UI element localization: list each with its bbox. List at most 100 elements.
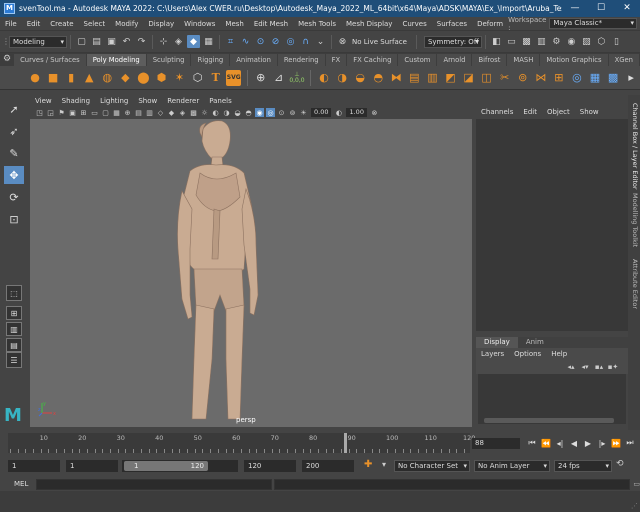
menu-file[interactable]: File	[0, 20, 22, 28]
layer-tab-display[interactable]: Display	[476, 337, 518, 348]
menu-edit-mesh[interactable]: Edit Mesh	[249, 20, 293, 28]
bevel-icon[interactable]: ◩	[443, 70, 458, 86]
menu-mesh-tools[interactable]: Mesh Tools	[293, 20, 341, 28]
perspective-viewport[interactable]: x y z persp	[30, 119, 472, 427]
quad-draw-icon[interactable]: ⊞	[551, 70, 566, 86]
text-tool-icon[interactable]: T	[208, 70, 223, 86]
go-to-start-icon[interactable]: ⏮	[526, 437, 538, 449]
boolean-icon[interactable]: ◓	[371, 70, 386, 86]
field-chart-icon[interactable]: ⊕	[123, 108, 132, 117]
image-plane-icon[interactable]: ▣	[68, 108, 77, 117]
smooth-shade-icon[interactable]: ◆	[167, 108, 176, 117]
snap-magnet-icon[interactable]: ∩	[299, 35, 312, 48]
menu-mesh[interactable]: Mesh	[220, 20, 248, 28]
menu-set-dropdown[interactable]: Modeling	[9, 35, 67, 48]
render-frame-icon[interactable]: ▭	[505, 35, 518, 48]
measure-tool-icon[interactable]: ⊿	[271, 70, 286, 86]
select-hierarchy-icon[interactable]: ⊹	[157, 35, 170, 48]
tab-modelling-toolkit[interactable]: Modelling Toolkit	[629, 193, 639, 247]
live-surface-label[interactable]: No Live Surface	[352, 38, 407, 46]
selection-mask-icon[interactable]: ▦	[202, 35, 215, 48]
tab-attribute-editor[interactable]: Attribute Editor	[629, 259, 639, 309]
four-view-layout-icon[interactable]: ⊞	[6, 306, 22, 320]
shelf-tab-arnold[interactable]: Arnold	[437, 54, 472, 66]
arnold-render-icon[interactable]: ⬡	[595, 35, 608, 48]
new-empty-layer-icon[interactable]: ▪▴	[593, 362, 605, 372]
select-camera-icon[interactable]: ◳	[35, 108, 44, 117]
multi-cut-icon[interactable]: ✂	[497, 70, 512, 86]
xray-joints-icon[interactable]: ⊙	[277, 108, 286, 117]
combine-icon[interactable]: ◐	[317, 70, 332, 86]
select-tool-icon[interactable]: ➚	[4, 100, 24, 118]
wireframe-icon[interactable]: ◇	[156, 108, 165, 117]
current-frame-field[interactable]: 88	[472, 438, 520, 449]
bookmark-icon[interactable]: ⚑	[57, 108, 66, 117]
channelbox-menu-channels[interactable]: Channels	[476, 108, 518, 116]
menu-mesh-display[interactable]: Mesh Display	[341, 20, 397, 28]
planar-map-icon[interactable]: ▦	[587, 70, 602, 86]
redo-icon[interactable]: ↷	[135, 35, 148, 48]
exposure-icon[interactable]: ☀	[299, 108, 308, 117]
anim-layer-dropdown[interactable]: No Anim Layer	[474, 460, 550, 472]
svg-tool-icon[interactable]: SVG	[226, 69, 242, 86]
shelf-tab-fx[interactable]: FX	[325, 54, 347, 66]
command-input[interactable]	[35, 478, 273, 490]
ambient-occlusion-icon[interactable]: ◑	[222, 108, 231, 117]
fps-dropdown[interactable]: 24 fps	[554, 460, 612, 472]
connect-icon[interactable]: ⋈	[533, 70, 548, 86]
rotate-tool-icon[interactable]: ⟳	[4, 188, 24, 206]
isolate-select-icon[interactable]: ◉	[255, 108, 264, 117]
extrude-icon[interactable]: ▤	[407, 70, 422, 86]
save-scene-icon[interactable]: ▣	[105, 35, 118, 48]
sidebar-toggle-icon[interactable]: ▯	[610, 35, 623, 48]
exposure-field[interactable]: 0.00	[311, 108, 332, 117]
safe-action-icon[interactable]: ▤	[134, 108, 143, 117]
camera-attributes-icon[interactable]: ◲	[46, 108, 55, 117]
menu-windows[interactable]: Windows	[179, 20, 220, 28]
side-by-side-layout-icon[interactable]: ▥	[6, 322, 22, 336]
film-gate-icon[interactable]: ▭	[90, 108, 99, 117]
playback-start-field[interactable]: 1	[66, 460, 118, 472]
channel-box-content[interactable]	[476, 119, 628, 331]
layer-tab-anim[interactable]: Anim	[518, 337, 552, 348]
render-sequence-icon[interactable]: ▩	[520, 35, 533, 48]
shelf-tab-motion-graphics[interactable]: Motion Graphics	[540, 54, 608, 66]
menu-deform[interactable]: Deform	[472, 20, 508, 28]
layer-list-scrollbar[interactable]	[484, 418, 614, 423]
tab-channel-box-layer-editor[interactable]: Channel Box / Layer Editor	[629, 103, 639, 190]
snap-surface-icon[interactable]: ◎	[284, 35, 297, 48]
poly-cylinder-icon[interactable]: ▮	[64, 70, 79, 86]
playback-end-field[interactable]: 120	[244, 460, 296, 472]
gate-mask-icon[interactable]: ▦	[112, 108, 121, 117]
animation-end-field[interactable]: 200	[302, 460, 354, 472]
channelbox-menu-show[interactable]: Show	[575, 108, 604, 116]
persp-outliner-layout-icon[interactable]: ▤	[6, 338, 22, 352]
xray-icon[interactable]: ◎	[266, 108, 275, 117]
new-scene-icon[interactable]: ▢	[75, 35, 88, 48]
menu-modify[interactable]: Modify	[110, 20, 143, 28]
viewport-menu-panels[interactable]: Panels	[204, 97, 237, 105]
minimize-button[interactable]: —	[562, 0, 588, 17]
menu-surfaces[interactable]: Surfaces	[432, 20, 472, 28]
layer-menu-options[interactable]: Options	[509, 350, 546, 358]
super-shape-icon[interactable]: ✶	[172, 70, 187, 86]
safe-title-icon[interactable]: ▥	[145, 108, 154, 117]
snap-grid-icon[interactable]: ⌗	[224, 35, 237, 48]
menu-edit[interactable]: Edit	[22, 20, 46, 28]
shelf-tab-xgen[interactable]: XGen	[608, 54, 639, 66]
append-polygon-icon[interactable]: ◪	[461, 70, 476, 86]
undo-icon[interactable]: ↶	[120, 35, 133, 48]
color-management-icon[interactable]: ⊗	[370, 108, 379, 117]
lasso-tool-icon[interactable]: ➶	[4, 122, 24, 140]
shadows-icon[interactable]: ◐	[211, 108, 220, 117]
open-scene-icon[interactable]: ▤	[90, 35, 103, 48]
textured-icon[interactable]: ▩	[189, 108, 198, 117]
uv-editor-icon[interactable]: ◎	[569, 70, 584, 86]
shelf-scroll-icon[interactable]: ▸	[624, 70, 639, 86]
wireframe-on-shaded-icon[interactable]: ◈	[178, 108, 187, 117]
center-pivot-icon[interactable]: ⊕	[253, 70, 268, 86]
motion-blur-icon[interactable]: ◒	[233, 108, 242, 117]
viewport-menu-view[interactable]: View	[30, 97, 57, 105]
menu-select[interactable]: Select	[79, 20, 111, 28]
single-perspective-layout-icon[interactable]: ⬚	[6, 285, 22, 301]
